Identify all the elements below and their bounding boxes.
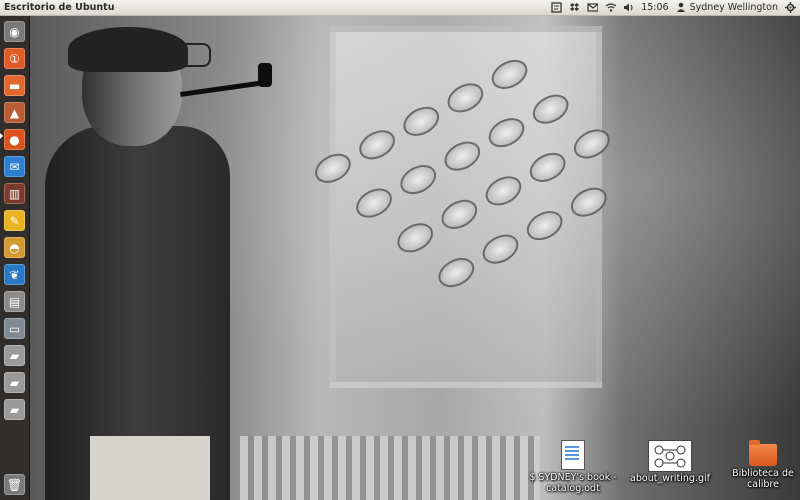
volume-icon[interactable]	[623, 2, 634, 13]
mail-icon[interactable]	[587, 2, 599, 13]
launcher-thunderbird[interactable]: ✉	[4, 156, 25, 177]
window-title: Escritorio de Ubuntu	[4, 2, 115, 13]
drive-icon: ▰	[9, 375, 20, 390]
desktop-icon-catalog-odt[interactable]: $ SYDNEY's book - catalog.odt	[528, 440, 618, 494]
launcher-text-editor[interactable]: ✎	[4, 210, 25, 231]
launcher-display[interactable]: ▭	[4, 318, 25, 339]
system-tray: 15:06 Sydney Wellington	[551, 0, 796, 15]
books-icon: ▥	[8, 186, 21, 201]
user-icon	[676, 2, 687, 13]
software-center-icon: ▲	[9, 105, 20, 120]
launcher-ubuntu-one[interactable]: ①	[4, 48, 25, 69]
image-icon	[648, 440, 692, 472]
clock[interactable]: 15:06	[641, 2, 668, 13]
user-menu[interactable]: Sydney Wellington	[676, 2, 778, 13]
desktop-icon-biblioteca-calibre[interactable]: Biblioteca de calibre	[718, 440, 800, 490]
launcher-usb-drive-3[interactable]: ▰	[4, 399, 25, 420]
drive-icon: ▰	[9, 402, 20, 417]
drive-icon: ▰	[9, 348, 20, 363]
launcher-files[interactable]: ▬	[4, 75, 25, 96]
launcher-usb-drive-1[interactable]: ▰	[4, 345, 25, 366]
user-name: Sydney Wellington	[689, 2, 778, 13]
folder-icon	[749, 440, 777, 466]
notes-icon[interactable]	[551, 2, 562, 13]
desktop-icon-about-writing-gif[interactable]: about_writing.gif	[625, 440, 715, 484]
ubuntu-logo-icon: ◉	[9, 24, 20, 39]
desktop-wallpaper	[0, 16, 800, 500]
wallpaper-person	[30, 27, 272, 500]
wifi-icon[interactable]	[605, 2, 617, 13]
document-icon	[561, 440, 585, 470]
launcher: ◉ ① ▬ ▲ ● ✉ ▥ ✎ ◓ ❦ ▤ ▭ ▰ ▰ ▰ 🗑	[0, 16, 30, 500]
dropbox-icon[interactable]	[569, 2, 580, 13]
launcher-dash-home[interactable]: ◉	[4, 21, 25, 42]
trash-icon: 🗑	[6, 477, 23, 492]
launcher-software-center[interactable]: ▲	[4, 102, 25, 123]
running-indicator	[0, 133, 3, 139]
firefox-icon: ●	[9, 132, 20, 147]
launcher-trash[interactable]: 🗑	[4, 474, 25, 495]
launcher-cake-app[interactable]: ◓	[4, 237, 25, 258]
desktop-icon-label: about_writing.gif	[630, 473, 710, 484]
launcher-calibre[interactable]: ▥	[4, 183, 25, 204]
gear-icon[interactable]	[785, 2, 796, 13]
thunderbird-icon: ✉	[9, 159, 20, 174]
folder-icon: ▬	[8, 78, 21, 93]
desktop-icon-label: Biblioteca de calibre	[732, 468, 794, 490]
cake-icon: ◓	[9, 240, 20, 255]
launcher-wing-app[interactable]: ❦	[4, 264, 25, 285]
launcher-scanner[interactable]: ▤	[4, 291, 25, 312]
launcher-usb-drive-2[interactable]: ▰	[4, 372, 25, 393]
wing-icon: ❦	[9, 267, 20, 282]
monitor-icon: ▭	[8, 321, 21, 336]
ubuntu-one-icon: ①	[9, 51, 20, 66]
top-panel: Escritorio de Ubuntu 15:06 Sydney Wellin…	[0, 0, 800, 16]
wallpaper-radiator	[240, 436, 540, 500]
scanner-icon: ▤	[8, 294, 21, 309]
launcher-firefox[interactable]: ●	[4, 129, 25, 150]
desktop-icon-label: $ SYDNEY's book - catalog.odt	[529, 472, 617, 494]
pencil-icon: ✎	[9, 213, 20, 228]
